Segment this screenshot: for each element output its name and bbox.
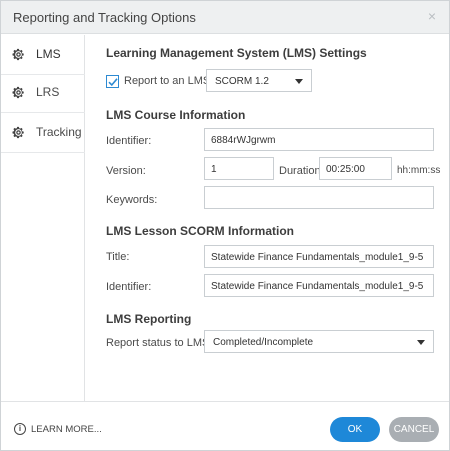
checkmark-icon [108, 78, 118, 87]
chevron-down-icon [295, 79, 303, 84]
duration-unit-label: hh:mm:ss [397, 165, 441, 176]
gear-icon [12, 126, 24, 139]
lesson-identifier-label: Identifier: [106, 281, 152, 293]
lesson-title-label: Title: [106, 251, 130, 263]
lesson-title-field[interactable]: Statewide Finance Fundamentals_module1_9… [204, 245, 434, 268]
version-field[interactable]: 1 [204, 157, 274, 180]
lms-settings-panel: Learning Management System (LMS) Setting… [86, 35, 449, 401]
course-identifier-label: Identifier: [106, 135, 152, 147]
course-info-heading: LMS Course Information [106, 108, 246, 122]
reporting-tracking-dialog: Reporting and Tracking Options × LMS LRS… [0, 0, 450, 451]
lms-standard-value: SCORM 1.2 [215, 76, 269, 87]
version-label: Version: [106, 165, 146, 177]
sidebar-item-lms[interactable]: LMS [1, 35, 85, 75]
sidebar-item-label: LRS [36, 85, 60, 99]
report-to-lms-checkbox[interactable] [106, 75, 119, 88]
report-status-value: Completed/Incomplete [213, 337, 314, 348]
keywords-field[interactable] [204, 186, 434, 209]
sidebar: LMS LRS Tracking [1, 35, 85, 401]
dialog-footer: i LEARN MORE... OK CANCEL [1, 401, 449, 451]
reporting-heading: LMS Reporting [106, 312, 192, 326]
dialog-titlebar: Reporting and Tracking Options × [1, 1, 449, 34]
lesson-info-heading: LMS Lesson SCORM Information [106, 224, 295, 238]
sidebar-item-tracking[interactable]: Tracking [1, 113, 85, 153]
info-icon: i [14, 423, 26, 435]
duration-field[interactable]: 00:25:00 [319, 157, 392, 180]
sidebar-item-label: Tracking [36, 125, 82, 139]
sidebar-item-lrs[interactable]: LRS [1, 73, 85, 113]
course-identifier-field[interactable]: 6884rWJgrwm [204, 128, 434, 151]
cancel-button[interactable]: CANCEL [389, 417, 439, 442]
close-icon[interactable]: × [425, 9, 439, 23]
gear-icon [12, 48, 24, 61]
lms-settings-heading: Learning Management System (LMS) Setting… [106, 46, 367, 60]
chevron-down-icon [417, 340, 425, 345]
duration-label: Duration: [279, 165, 324, 177]
keywords-label: Keywords: [106, 194, 158, 206]
learn-more-label: LEARN MORE... [31, 424, 102, 435]
lms-standard-select[interactable]: SCORM 1.2 [206, 69, 312, 92]
report-to-lms-label: Report to an LMS [124, 75, 211, 87]
ok-button[interactable]: OK [330, 417, 380, 442]
lesson-identifier-field[interactable]: Statewide Finance Fundamentals_module1_9… [204, 274, 434, 297]
gear-icon [12, 86, 24, 99]
report-status-select[interactable]: Completed/Incomplete [204, 330, 434, 353]
sidebar-item-label: LMS [36, 47, 61, 61]
dialog-title: Reporting and Tracking Options [13, 10, 196, 25]
